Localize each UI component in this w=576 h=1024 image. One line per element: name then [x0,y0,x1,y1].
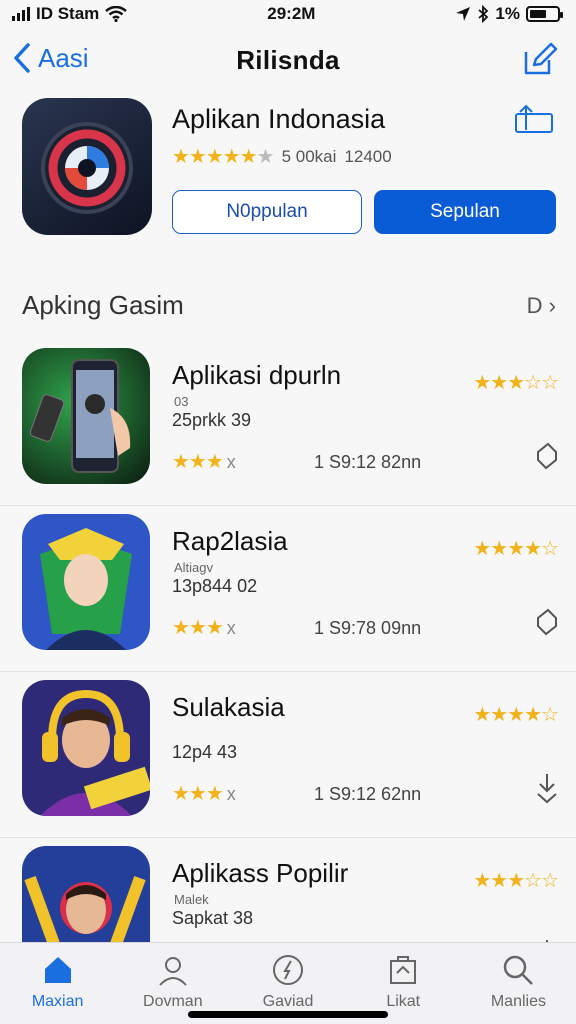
back-label: Aasi [38,42,89,73]
app-top-rating: ★★★☆☆ [473,372,559,394]
tag-icon[interactable] [532,438,562,474]
status-time: 29:2M [267,4,316,23]
app-title: Aplikasi dpurln [172,360,342,390]
app-icon [22,680,150,816]
tab-label: Manlies [490,993,546,1010]
app-rating: ★★★ x [172,617,236,639]
tag-icon[interactable] [532,604,562,640]
list-item[interactable]: Sulakasia 12p4 43 ★★★ x 1 S9:12 62nn ★★★★… [0,672,576,838]
featured-app-icon[interactable] [22,98,152,235]
tab-search[interactable]: Manlies [461,943,576,1024]
battery-icon [526,6,563,22]
secondary-button[interactable]: N0ppulan [172,190,362,234]
tab-bar: Maxian Dovman Gaviad Likat Manlies [0,942,576,1024]
share-icon[interactable] [512,102,556,136]
list-item[interactable]: Aplikasi dpurln 03 25prkk 39 ★★★ x 1 S9:1… [0,340,576,506]
section-title: Apking Gasim [22,290,184,320]
app-title: Sulakasia [172,692,285,722]
status-bar: ID Stam 29:2M 1% [0,0,576,28]
app-meta: Sapkat 38 [172,908,254,928]
section-header: Apking Gasim D › [22,290,556,321]
person-icon [159,957,187,986]
app-rating: ★★★ x [172,783,236,805]
app-list: Aplikasi dpurln 03 25prkk 39 ★★★ x 1 S9:1… [0,340,576,1004]
status-right: 1% [455,4,563,24]
app-rating: ★★★ x [172,451,236,473]
chevron-left-icon [14,43,30,73]
edit-icon[interactable] [520,40,558,78]
tab-label: Likat [386,993,421,1010]
camera-lens-icon [41,122,133,214]
app-size: 1 S9:12 62nn [314,784,422,804]
wifi-icon [105,6,128,22]
list-item[interactable]: Rap2lasia Altiagv 13p844 02 ★★★ x 1 S9:78… [0,506,576,672]
signal-icon [12,7,30,21]
app-meta: 12p4 43 [172,742,238,762]
star-rating: ★★★★★★ [172,146,275,168]
avatar-illustration-icon [40,528,132,650]
app-subtitle: Altiagv [174,560,214,575]
tab-label: Dovman [143,993,203,1010]
bag-icon [390,956,417,984]
app-meta: 13p844 02 [172,576,258,596]
app-top-rating: ★★★★☆ [473,538,559,560]
home-indicator [188,1011,388,1018]
app-size: 1 S9:12 82nn [314,452,422,472]
tab-label: Gaviad [262,993,314,1010]
featured-app-rating: ★★★★★★ 5 00kai 12400 [172,144,392,169]
home-icon [44,957,71,983]
battery-percent: 1% [495,4,520,23]
search-icon [504,955,534,985]
app-icon [22,514,150,650]
back-button[interactable]: Aasi [12,42,89,74]
compass-icon [273,955,303,985]
page-title: Rilisnda [236,44,340,75]
download-icon[interactable] [532,770,562,806]
see-all-link[interactable]: D › [527,293,556,319]
app-subtitle: Malek [174,892,209,907]
app-subtitle: 03 [174,394,189,409]
app-meta: 25prkk 39 [172,410,252,430]
carrier-label: ID Stam [36,4,100,23]
app-top-rating: ★★★★☆ [473,704,559,726]
navigation-bar: Aasi Rilisnda [0,38,576,82]
app-title: Aplikass Popilir [172,858,349,888]
tab-home[interactable]: Maxian [0,943,115,1024]
status-left: ID Stam [12,4,128,24]
rating-count: 12400 [344,146,392,166]
rating-text: 5 00kai [281,146,337,166]
app-size: 1 S9:78 09nn [314,618,422,638]
app-icon [22,348,150,484]
featured-app: Aplikan Indonasia ★★★★★★ 5 00kai 12400 N… [22,98,556,240]
location-icon [456,7,471,21]
tab-label: Maxian [31,993,84,1010]
headphones-illustration-icon [40,689,150,816]
bluetooth-icon [478,5,489,23]
app-title: Rap2lasia [172,526,288,556]
primary-button[interactable]: Sepulan [374,190,556,234]
app-top-rating: ★★★☆☆ [473,870,559,892]
phone-illustration-icon [29,359,131,473]
featured-app-title: Aplikan Indonasia [172,104,386,134]
